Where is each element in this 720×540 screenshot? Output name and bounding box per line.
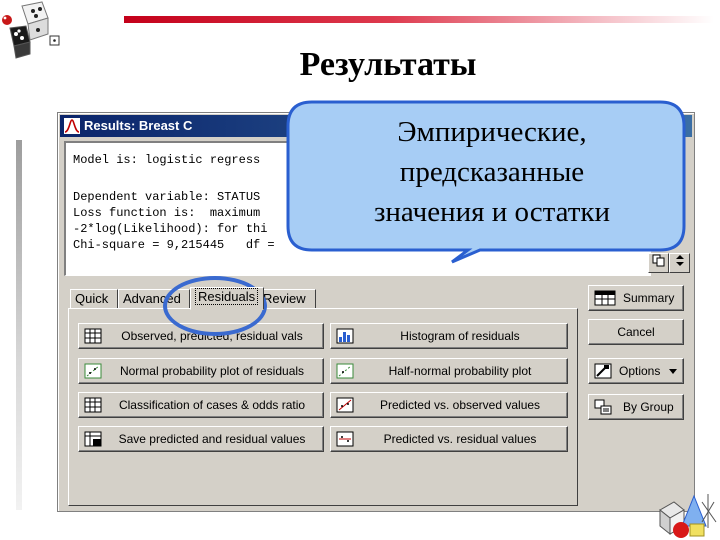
callout-line: предсказанные	[399, 156, 585, 188]
callout-line: Эмпирические,	[397, 116, 587, 148]
callout-text: Эмпирические, предсказанные значения и о…	[300, 112, 684, 232]
callout-line: значения и остатки	[373, 196, 611, 228]
tab-residuals[interactable]: Residuals	[190, 287, 264, 310]
callout-bubble	[286, 100, 686, 264]
geometric-shapes-icon	[659, 494, 717, 538]
